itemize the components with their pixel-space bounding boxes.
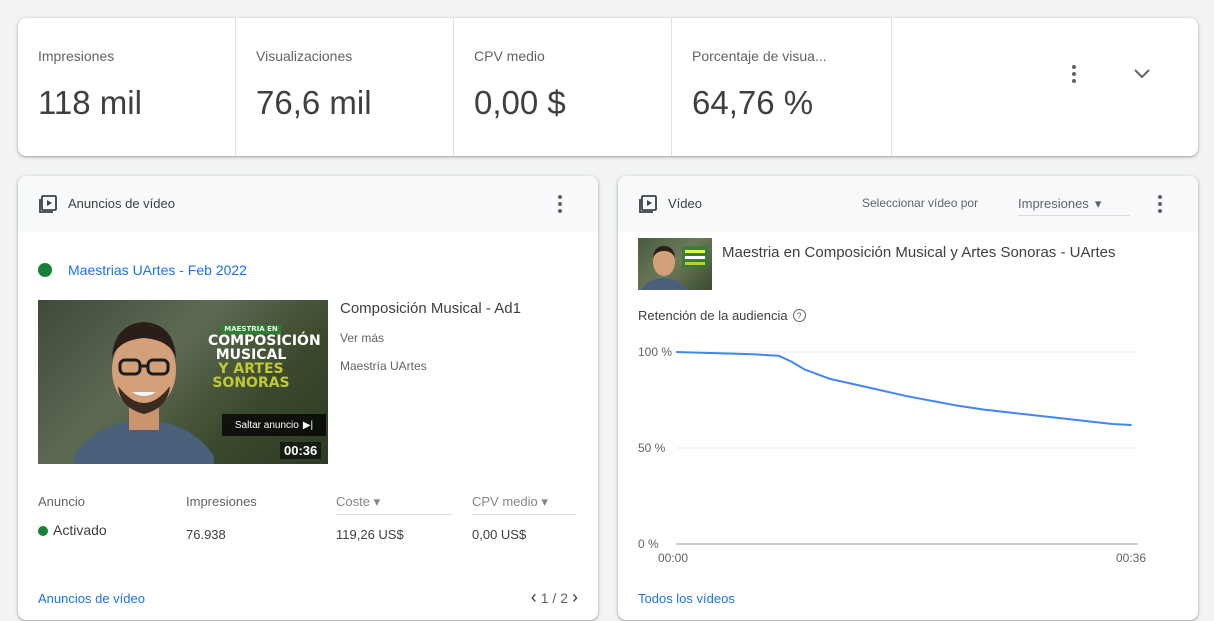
metric-label: Visualizaciones — [256, 48, 353, 64]
ad-headline: Composición Musical - Ad1 — [340, 300, 521, 317]
select-video-dropdown[interactable]: Impresiones ▾ — [1018, 192, 1130, 216]
cpv-cell: 0,00 US$ — [472, 527, 527, 542]
metric-value: 0,00 $ — [474, 84, 566, 121]
retention-line[interactable] — [675, 351, 1132, 426]
all-videos-link[interactable]: Todos los vídeos — [638, 591, 735, 606]
metric-impressions[interactable]: Impresiones 118 mil — [18, 18, 236, 156]
ad-info: Composición Musical - Ad1 Ver más Maestr… — [340, 300, 521, 373]
skip-next-icon: ▶| — [302, 419, 314, 431]
metric-label: CPV medio — [474, 48, 545, 64]
metric-label: Porcentaje de visua... — [692, 48, 827, 64]
y-tick-label: 0 % — [638, 537, 659, 551]
help-icon[interactable]: ? — [792, 309, 806, 322]
video-ads-link[interactable]: Anuncios de vídeo — [38, 591, 145, 606]
thumbnail-line: COMPOSICIÓN — [208, 333, 321, 349]
video-title: Maestria en Composición Musical y Artes … — [722, 244, 1116, 261]
card-title: Vídeo — [668, 196, 702, 211]
campaign-row: Maestrias UArtes - Feb 2022 — [38, 262, 247, 278]
column-header-cost-label: Coste — [336, 494, 370, 509]
prev-page-icon[interactable]: ‹ — [531, 587, 537, 608]
card-header: Anuncios de vídeo — [18, 176, 598, 232]
more-vert-icon[interactable] — [1060, 60, 1088, 88]
card-title: Anuncios de vídeo — [68, 196, 175, 211]
status-dot-icon — [38, 526, 48, 536]
campaign-link[interactable]: Maestrias UArtes - Feb 2022 — [68, 262, 247, 278]
dropdown-arrow-icon: ▾ — [1094, 195, 1102, 211]
column-header-avg-cpv[interactable]: CPV medio ▾ — [472, 494, 576, 515]
metric-avg-cpv[interactable]: CPV medio 0,00 $ — [454, 18, 672, 156]
page-indicator: 1 / 2 — [540, 589, 568, 606]
sort-arrow-icon: ▾ — [541, 494, 548, 509]
retention-label: Retención de la audiencia — [638, 308, 788, 323]
x-tick-label: 00:36 — [1116, 551, 1146, 565]
column-header-ad: Anuncio — [38, 494, 85, 509]
skip-ad-label: Saltar anuncio — [234, 419, 299, 431]
thumbnail-line: SONORAS — [212, 375, 290, 391]
thumbnail-line: MUSICAL — [215, 347, 287, 363]
status-dot-icon — [38, 263, 52, 277]
cost-cell: 119,26 US$ — [336, 527, 404, 542]
y-tick-label: 50 % — [638, 441, 666, 455]
pagination: ‹ 1 / 2 › — [531, 587, 578, 608]
column-header-cost[interactable]: Coste ▾ — [336, 494, 452, 515]
thumbnail-line: Y ARTES — [218, 361, 284, 377]
video-thumbnail[interactable] — [638, 238, 712, 290]
select-value: Impresiones — [1018, 196, 1089, 211]
sort-arrow-icon: ▾ — [373, 494, 381, 509]
impressions-cell: 76.938 — [186, 527, 226, 542]
ad-cta: Ver más — [340, 331, 385, 345]
video-icon — [639, 195, 657, 213]
ad-display-name: Maestría UArtes — [340, 359, 427, 373]
metric-view-rate[interactable]: Porcentaje de visua... 64,76 % — [672, 18, 892, 156]
status-cell: Activado — [38, 522, 107, 538]
next-page-icon[interactable]: › — [572, 587, 578, 608]
retention-chart: 100 % 50 % 0 %00:00 00:36 — [638, 345, 1146, 565]
video-icon — [39, 195, 57, 213]
metric-value: 118 mil — [38, 84, 142, 121]
skip-ad-button[interactable]: Saltar anuncio ▶| — [222, 414, 326, 436]
thumbnail-title: MAESTRIA EN COMPOSICIÓN MUSICAL Y ARTES … — [208, 318, 321, 391]
x-tick-label: 00:00 — [658, 551, 688, 565]
video-duration: 00:36 — [280, 442, 322, 459]
column-header-impressions: Impresiones — [186, 494, 257, 509]
video-ads-card: Anuncios de vídeo Maestrias UArtes - Feb… — [18, 176, 598, 620]
metric-value: 64,76 % — [692, 84, 814, 121]
person-image — [74, 322, 214, 464]
metric-label: Impresiones — [38, 48, 115, 64]
card-header: Vídeo Seleccionar vídeo por Impresiones … — [618, 176, 1198, 232]
more-vert-icon[interactable] — [1146, 190, 1174, 218]
metric-views[interactable]: Visualizaciones 76,6 mil — [236, 18, 454, 156]
select-label: Seleccionar vídeo por — [862, 196, 979, 210]
chevron-down-icon[interactable] — [1128, 60, 1156, 88]
more-vert-icon[interactable] — [546, 190, 574, 218]
person-image — [640, 246, 708, 290]
ad-thumbnail[interactable]: MAESTRIA EN COMPOSICIÓN MUSICAL Y ARTES … — [38, 300, 328, 464]
metric-value: 76,6 mil — [256, 84, 372, 121]
scorecard: Impresiones 118 mil Visualizaciones 76,6… — [18, 18, 1198, 156]
video-card: Vídeo Seleccionar vídeo por Impresiones … — [618, 176, 1198, 620]
status-text: Activado — [53, 522, 107, 538]
retention-heading: Retención de la audiencia ? — [638, 308, 806, 323]
y-tick-label: 100 % — [638, 345, 672, 359]
column-header-cpv-label: CPV medio — [472, 494, 538, 509]
